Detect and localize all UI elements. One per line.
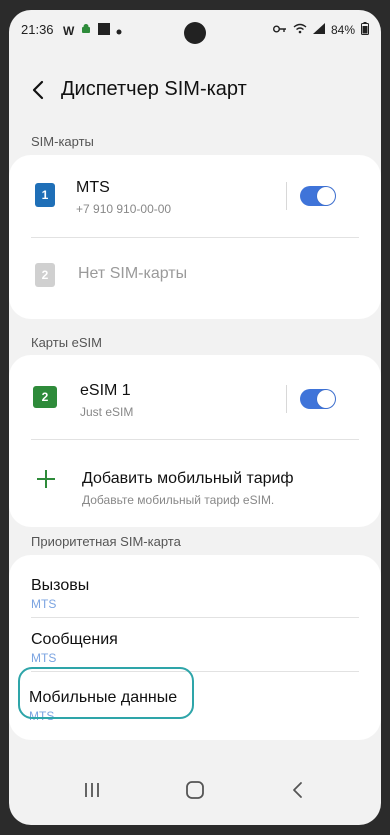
status-time: 21:36 — [21, 22, 54, 37]
sim-2-name: Нет SIM-карты — [78, 265, 188, 282]
section-label-priority: Приоритетная SIM-карта — [31, 534, 181, 549]
signal-icon — [312, 23, 325, 37]
priority-row-messages[interactable]: Сообщения MTS — [9, 617, 381, 672]
home-button[interactable] — [180, 778, 210, 802]
esim-sub: Just eSIM — [80, 405, 134, 419]
calls-title: Вызовы — [31, 577, 90, 594]
messages-title: Сообщения — [31, 631, 118, 648]
add-mobile-plan-row[interactable]: Добавить мобильный тариф Добавьте мобиль… — [9, 441, 381, 527]
w-icon: W — [63, 23, 75, 38]
esim-card: 2 eSIM 1 Just eSIM Добавить мобильный та… — [9, 355, 381, 527]
messages-value: MTS — [31, 651, 57, 665]
battery-level: 84% — [330, 23, 355, 37]
status-bar: 21:36 W 84% — [9, 10, 381, 50]
toggle-divider — [286, 182, 287, 210]
add-plan-title: Добавить мобильный тариф — [82, 470, 294, 487]
key-icon — [272, 23, 287, 37]
home-icon — [186, 781, 204, 799]
app-header: Диспетчер SIM-карт — [9, 70, 381, 110]
calls-value: MTS — [31, 597, 57, 611]
priority-row-calls[interactable]: Вызовы MTS — [9, 555, 381, 615]
sim-1-name: MTS — [76, 179, 110, 196]
recent-apps-button[interactable] — [77, 778, 107, 802]
status-right: 84% — [272, 22, 369, 38]
wifi-icon — [293, 23, 307, 37]
navigation-bar — [9, 770, 381, 810]
section-label-esim: Карты eSIM — [31, 335, 102, 350]
front-camera — [184, 22, 206, 44]
esim-toggle[interactable] — [300, 389, 336, 409]
divider — [31, 439, 359, 440]
back-nav-button[interactable] — [283, 778, 313, 802]
sim-row-2[interactable]: 2 Нет SIM-карты — [9, 239, 381, 319]
chevron-left-icon — [293, 782, 302, 798]
esim-row[interactable]: 2 eSIM 1 Just eSIM — [9, 355, 381, 439]
back-button[interactable] — [27, 76, 51, 104]
sim-1-icon: 1 — [35, 183, 55, 207]
page-title: Диспетчер SIM-карт — [61, 78, 247, 100]
divider — [31, 237, 359, 238]
battery-icon — [361, 22, 369, 38]
plus-icon — [37, 470, 55, 488]
phone-screen: 21:36 W 84% Диспетчер SIM-карт SIM-карты… — [9, 10, 381, 825]
chevron-left-icon — [32, 80, 44, 100]
section-label-sim-cards: SIM-карты — [31, 134, 94, 149]
esim-name: eSIM 1 — [80, 382, 131, 399]
notification-icons: W — [63, 23, 122, 38]
toggle-divider — [286, 385, 287, 413]
sim-1-number: +7 910 910-00-00 — [76, 202, 172, 216]
sim-2-icon: 2 — [35, 263, 55, 287]
sim-cards-card: 1 MTS +7 910 910-00-00 2 Нет SIM-карты — [9, 155, 381, 319]
recent-apps-icon — [85, 783, 99, 797]
focus-highlight — [18, 667, 194, 719]
add-plan-sub: Добавьте мобильный тариф eSIM. — [82, 493, 275, 507]
sim-1-toggle[interactable] — [300, 186, 336, 206]
square-icon — [98, 23, 111, 38]
sim-row-1[interactable]: 1 MTS +7 910 910-00-00 — [9, 155, 381, 239]
android-icon — [80, 23, 92, 38]
dot-icon — [116, 23, 122, 38]
esim-chip-icon: 2 — [33, 386, 57, 408]
